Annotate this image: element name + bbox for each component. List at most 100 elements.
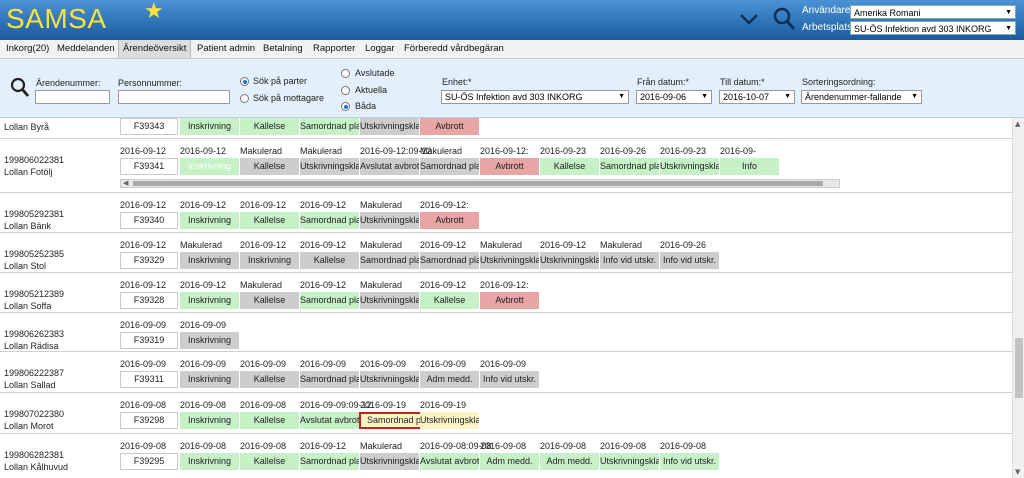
step-chip[interactable]: Avslutat avbrott [300,412,360,429]
step-chip[interactable]: Info vid utskr. [660,252,720,269]
step-chip[interactable]: Avbrott [420,212,480,229]
search-receiver-radio[interactable] [240,94,249,103]
case-id[interactable]: F39341 [120,158,178,175]
step-chip[interactable]: Utskrivningsklar [480,252,540,269]
case-row[interactable]: 199806222387 Lollan Sallad 2016-09-09 F3931… [0,351,1012,393]
to-date-select[interactable]: 2016-10-07 ▼ [719,90,795,104]
step-chip[interactable]: Avslutat avbrott [420,453,480,470]
unit-select[interactable]: SU-ÖS Infektion avd 303 INKORG ▼ [441,90,629,104]
step-chip[interactable]: Samordnad plan [300,212,360,229]
menu-item[interactable]: Meddelanden [53,40,119,58]
step-chip[interactable]: Utskrivningsklar [600,453,660,470]
step-chip[interactable]: Inskrivning [180,412,240,429]
from-date-select[interactable]: 2016-09-06 ▼ [636,90,712,104]
case-row[interactable]: 199806262383 Lollan Rädisa 2016-09-09 F3931… [0,312,1012,352]
step-chip[interactable]: Samordnad plan [420,158,480,175]
step-chip[interactable]: Kallelse [420,292,480,309]
step-chip[interactable]: Inskrivning [180,158,240,175]
personal-number-input[interactable] [118,90,230,104]
step-chip[interactable]: Avbrott [420,118,480,135]
step-chip[interactable]: Utskrivningsklar [360,118,420,135]
user-select[interactable]: Amerika Romani ▼ [850,5,1016,19]
step-chip[interactable]: Avbrott [480,158,540,175]
menu-item[interactable]: Patient admin [193,40,259,58]
step-chip[interactable]: Kallelse [240,118,300,135]
case-id[interactable]: F39328 [120,292,178,309]
step-chip[interactable]: Inskrivning [180,212,240,229]
status-both-radio[interactable] [341,102,350,111]
step-chip[interactable]: Kallelse [240,212,300,229]
step-chip[interactable]: Utskrivningsklar [420,412,480,429]
step-chip[interactable]: Inskrivning [240,252,300,269]
step-chip[interactable]: Kallelse [240,453,300,470]
step-chip[interactable]: Adm medd. [540,453,600,470]
case-row[interactable]: 199805292381 Lollan Bänk 2016-09-12 F39340 2… [0,192,1012,233]
case-row[interactable]: 199806022381 Lollan Fotölj 2016-09-12 F3934… [0,138,1012,193]
search-icon[interactable] [772,6,796,32]
case-id[interactable]: F39298 [120,412,178,429]
step-chip[interactable]: Utskrivningsklar [360,212,420,229]
step-chip[interactable]: Samordnad plan [300,118,360,135]
menu-item[interactable]: Betalning [259,40,307,58]
scrollbar-thumb[interactable] [133,181,823,186]
scrollbar-thumb[interactable] [1015,338,1023,398]
search-icon[interactable] [10,77,30,99]
step-chip[interactable]: Samordnad plan [300,292,360,309]
workplace-select[interactable]: SU-ÖS Infektion avd 303 INKORG ▼ [850,21,1016,35]
step-chip[interactable]: Utskrivningsklar [360,371,420,388]
case-row[interactable]: Lollan Byrå F39343 Inskrivning Kallelse Samo… [0,118,1012,139]
case-id[interactable]: F39295 [120,453,178,470]
menu-item[interactable]: Inkorg(20) [2,40,53,58]
step-chip[interactable]: Avbrott [480,292,540,309]
step-chip[interactable]: Samordnad plan [360,252,420,269]
case-id[interactable]: F39319 [120,332,178,349]
case-id[interactable]: F39329 [120,252,178,269]
menu-item[interactable]: Ärendeöversikt [118,40,192,58]
menu-item[interactable]: Rapporter [309,40,359,58]
step-chip[interactable]: Adm medd. [420,371,480,388]
step-chip[interactable]: Info [720,158,780,175]
case-row[interactable]: 199805212389 Lollan Soffa 2016-09-12 F39328… [0,272,1012,313]
scroll-down-icon[interactable]: ▼ [1015,468,1020,476]
menu-item[interactable]: Loggar [361,40,399,58]
step-chip[interactable]: Kallelse [240,158,300,175]
horizontal-scrollbar[interactable]: ◀ [120,179,840,188]
step-chip[interactable]: Samordnad plan [600,158,660,175]
case-row[interactable]: 199805252385 Lollan Stol 2016-09-12 F39329 M… [0,232,1012,273]
search-parties-radio[interactable] [240,77,249,86]
case-number-input[interactable] [35,90,110,104]
status-completed-radio[interactable] [341,69,350,78]
case-id[interactable]: F39343 [120,118,178,135]
step-chip[interactable]: Inskrivning [180,453,240,470]
sort-select[interactable]: Ärendenummer-fallande ▼ [801,90,922,104]
case-id[interactable]: F39311 [120,371,178,388]
step-chip[interactable]: Inskrivning [180,371,240,388]
step-chip[interactable]: Kallelse [540,158,600,175]
status-current-radio[interactable] [341,86,350,95]
step-chip[interactable]: Utskrivningsklar [300,158,360,175]
step-chip[interactable]: Utskrivningsklar [360,292,420,309]
case-row[interactable]: 199807022380 Lollan Morot 2016-09-08 F39298… [0,392,1012,434]
step-chip[interactable]: Samordnad plan [300,453,360,470]
step-chip[interactable]: Kallelse [240,371,300,388]
scroll-up-icon[interactable]: ▲ [1015,120,1020,128]
step-chip[interactable]: Utskrivningsklar [360,453,420,470]
vertical-scrollbar[interactable]: ▲ ▼ [1012,118,1024,478]
step-chip[interactable]: Kallelse [240,292,300,309]
step-chip[interactable]: Adm medd. [480,453,540,470]
scroll-left-icon[interactable]: ◀ [123,179,128,187]
step-chip[interactable]: Samordnad plan [420,252,480,269]
step-chip[interactable]: Inskrivning [180,292,240,309]
step-chip[interactable]: Info vid utskr. [480,371,540,388]
step-chip[interactable]: Utskrivningsklar [540,252,600,269]
step-chip[interactable]: Info vid utskr. [600,252,660,269]
step-chip[interactable]: Inskrivning [180,118,240,135]
step-chip[interactable]: Utskrivningsklar [660,158,720,175]
case-id[interactable]: F39340 [120,212,178,229]
step-chip[interactable]: Kallelse [240,412,300,429]
step-chip[interactable]: Samordnad plan [300,371,360,388]
step-chip[interactable]: Avslutat avbrott [360,158,420,175]
chevron-down-icon[interactable] [738,8,760,30]
menu-item[interactable]: Förberedd vårdbegäran [400,40,508,58]
step-chip[interactable]: Inskrivning [180,252,240,269]
